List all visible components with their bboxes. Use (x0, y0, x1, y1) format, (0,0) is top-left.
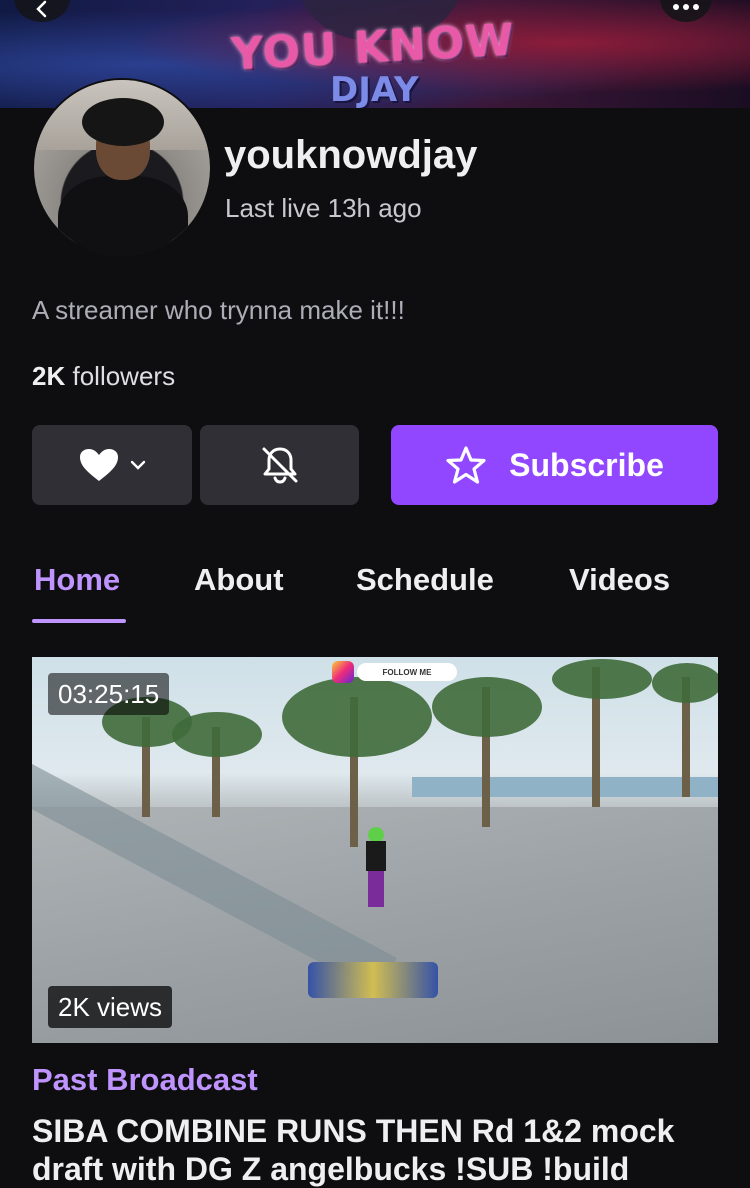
heart-icon (80, 449, 118, 481)
video-duration-badge: 03:25:15 (48, 673, 170, 715)
tab-videos[interactable]: Videos (569, 562, 670, 598)
channel-bio: A streamer who trynna make it!!! (32, 295, 405, 325)
channel-tabs: Home About Schedule Videos (0, 560, 750, 624)
followers-label: followers (72, 361, 176, 391)
tab-home[interactable]: Home (34, 562, 120, 598)
palm-fronds (552, 659, 652, 699)
thumb-sea (412, 777, 718, 797)
video-type-label: Past Broadcast (32, 1062, 258, 1097)
stream-follow-overlay: FOLLOW ME (357, 663, 457, 681)
star-icon (446, 446, 486, 484)
tab-schedule[interactable]: Schedule (356, 562, 494, 598)
bell-off-icon (262, 447, 297, 484)
more-dot (683, 4, 689, 10)
channel-username: youknowdjay (224, 133, 478, 177)
palm-fronds (172, 712, 262, 757)
active-tab-indicator (32, 619, 126, 623)
notifications-button[interactable] (200, 425, 359, 505)
avatar-hair (82, 98, 164, 146)
tab-about[interactable]: About (194, 562, 284, 598)
character-legs (368, 871, 384, 907)
more-dots-icon (673, 4, 679, 10)
palm-fronds (432, 677, 542, 737)
palm-fronds (282, 677, 432, 757)
character-body (366, 841, 386, 871)
subscribe-label: Subscribe (509, 446, 664, 483)
followers-count: 2K followers (32, 361, 175, 392)
video-views-badge: 2K views (48, 986, 173, 1028)
instagram-icon (332, 661, 354, 683)
palm-fronds (652, 663, 718, 703)
subscribe-button[interactable]: Subscribe (391, 425, 718, 505)
avatar-body (58, 176, 188, 256)
followers-number: 2K (32, 361, 66, 391)
follow-button[interactable] (32, 425, 192, 505)
more-options-button[interactable] (660, 0, 712, 22)
back-button[interactable] (14, 0, 70, 22)
game-character (364, 827, 386, 907)
live-status: Last live 13h ago (225, 193, 422, 223)
more-dot (693, 4, 699, 10)
chevron-left-icon (36, 0, 47, 18)
banner-subtitle: DJAY (330, 70, 419, 108)
video-title[interactable]: SIBA COMBINE RUNS THEN Rd 1&2 mock draft… (32, 1112, 732, 1188)
game-hud-badge (308, 962, 438, 998)
chevron-down-icon (130, 460, 146, 470)
channel-avatar[interactable] (32, 78, 212, 258)
